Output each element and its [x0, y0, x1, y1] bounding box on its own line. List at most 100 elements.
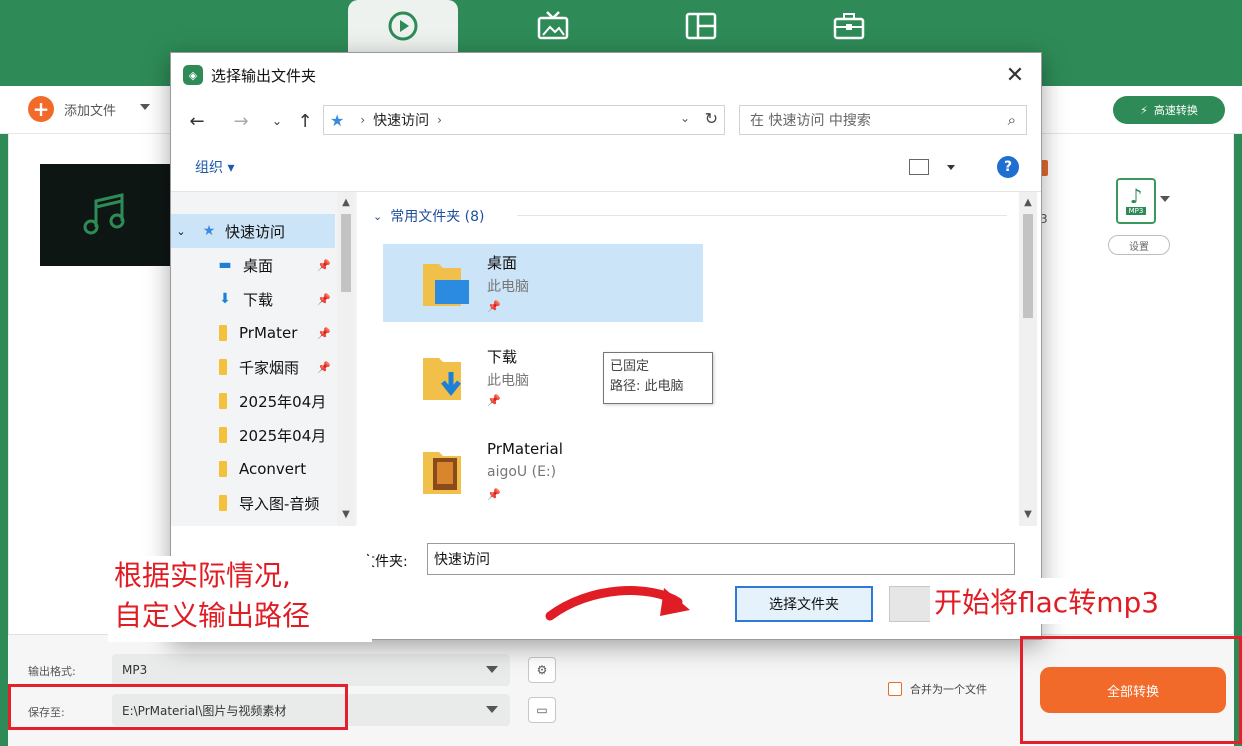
pin-icon: 📌 — [487, 488, 501, 501]
view-options-icon[interactable] — [909, 159, 929, 175]
folder-icon — [219, 325, 227, 341]
nav-item-folder[interactable]: 千家烟雨 📌 — [171, 350, 335, 384]
breadcrumb-chevron-icon[interactable]: › — [437, 113, 442, 127]
annotation-custom-path: 根据实际情况, 自定义输出路径 — [108, 556, 372, 642]
recent-locations-icon[interactable]: ⌄ — [265, 109, 289, 133]
nav-item-downloads[interactable]: ⬇ 下载 📌 — [171, 282, 335, 316]
folder-open-icon[interactable]: ▭ — [528, 697, 556, 723]
image-folder-icon — [423, 452, 461, 494]
expand-chevron-icon[interactable]: ⌄ — [171, 225, 191, 238]
tab-video[interactable] — [498, 0, 608, 52]
format-settings-button[interactable]: 设置 — [1108, 235, 1170, 255]
nav-item-aconvert[interactable]: Aconvert — [171, 452, 335, 486]
tooltip-line: 路径: 此电脑 — [610, 379, 684, 394]
nav-item-folder[interactable]: 导入图-音频 — [171, 486, 335, 520]
speed-convert-button[interactable]: ⚡ 高速转换 — [1113, 96, 1225, 124]
navigation-pane: ⌄ ★ 快速访问 ▬ 桌面 📌 ⬇ 下载 📌 PrMater 📌 千家烟雨 📌 … — [171, 192, 357, 526]
folder-icon — [219, 359, 227, 375]
tab-toolbox[interactable] — [794, 0, 904, 52]
nav-item-quick-access[interactable]: ⌄ ★ 快速访问 — [171, 214, 335, 248]
folder-icon — [219, 427, 227, 443]
pin-icon: 📌 — [317, 258, 331, 272]
merge-checkbox[interactable]: 合并为一个文件 — [888, 681, 987, 697]
address-history-icon[interactable]: ⌄ — [680, 111, 690, 125]
search-input[interactable]: 在 快速访问 中搜索 ⌕ — [739, 105, 1027, 135]
nav-item-label: Aconvert — [239, 460, 307, 478]
scroll-up-icon[interactable]: ▲ — [337, 194, 355, 210]
content-scrollbar[interactable]: ▲ ▼ — [1019, 192, 1037, 526]
add-file-button[interactable]: + 添加文件 — [28, 96, 116, 122]
nav-item-prmaterial[interactable]: PrMater 📌 — [171, 316, 335, 350]
nav-item-desktop[interactable]: ▬ 桌面 📌 — [171, 248, 335, 282]
music-note-icon — [83, 193, 125, 235]
forward-arrow-icon[interactable]: → — [229, 109, 253, 133]
nav-item-label: 快速访问 — [225, 222, 286, 241]
close-icon[interactable]: ✕ — [1001, 61, 1029, 89]
folder-name-input[interactable]: 快速访问 — [427, 543, 1015, 575]
output-format-icon[interactable]: ♪ MP3 — [1116, 178, 1156, 224]
scrollbar-thumb[interactable] — [1023, 214, 1033, 318]
folder-tile-desktop[interactable]: 桌面 此电脑 📌 — [383, 244, 703, 322]
desktop-icon: ▬ — [218, 257, 232, 273]
nav-item-folder[interactable]: 2025年04月 — [171, 418, 335, 452]
nav-item-label: 桌面 — [243, 256, 274, 275]
nav-item-label: 导入图-音频 — [239, 494, 320, 513]
speed-convert-label: 高速转换 — [1153, 104, 1198, 117]
nav-scrollbar[interactable]: ▲ ▼ — [337, 192, 355, 526]
folder-icon — [219, 461, 227, 477]
up-arrow-icon[interactable]: ↑ — [293, 109, 317, 133]
output-format-select[interactable]: MP3 — [112, 654, 510, 686]
organize-menu[interactable]: 组织 ▾ — [195, 157, 234, 177]
output-format-value: MP3 — [122, 663, 148, 677]
highlight-convert-all — [1020, 636, 1242, 744]
nav-item-label: 千家烟雨 — [239, 358, 300, 377]
scrollbar-thumb[interactable] — [341, 214, 351, 292]
scroll-down-icon[interactable]: ▼ — [337, 506, 355, 522]
tile-location: 此电脑 — [487, 373, 529, 389]
scroll-down-icon[interactable]: ▼ — [1019, 506, 1037, 522]
tab-editor[interactable] — [646, 0, 756, 52]
tab-convert[interactable] — [348, 0, 458, 52]
tile-name: 下载 — [487, 348, 518, 366]
app-logo-icon: ◈ — [183, 65, 203, 85]
star-icon: ★ — [202, 223, 216, 239]
scroll-up-icon[interactable]: ▲ — [1019, 194, 1037, 210]
format-settings-icon[interactable]: ⚙ — [528, 657, 556, 683]
group-header[interactable]: ⌄ 常用文件夹 (8) — [373, 206, 485, 226]
refresh-icon[interactable]: ↻ — [705, 109, 718, 128]
download-icon: ⬇ — [219, 291, 231, 307]
select-folder-button[interactable]: 选择文件夹 — [735, 586, 873, 622]
folder-tile-prmaterial[interactable]: PrMaterial aigoU (E:) 📌 — [383, 432, 703, 510]
add-file-dropdown-icon[interactable] — [140, 104, 150, 110]
desktop-folder-icon — [423, 264, 469, 306]
collapse-chevron-icon[interactable]: ⌄ — [373, 210, 382, 223]
highlight-save-path — [8, 684, 348, 730]
pinned-tooltip: 已固定 路径: 此电脑 — [603, 352, 713, 404]
address-bar[interactable]: ★ › 快速访问 › ⌄ ↻ — [323, 105, 725, 135]
back-arrow-icon[interactable]: ← — [185, 109, 209, 133]
output-format-dropdown-icon[interactable] — [486, 666, 498, 673]
tile-location: aigoU (E:) — [487, 464, 557, 480]
format-dropdown-icon[interactable] — [1160, 196, 1170, 202]
dialog-title-bar: ◈ 选择输出文件夹 — [171, 53, 1041, 97]
help-icon[interactable]: ? — [997, 156, 1019, 178]
search-placeholder: 在 快速访问 中搜索 — [750, 113, 871, 129]
music-file-icon: ♪ — [1129, 184, 1143, 208]
nav-item-label: PrMater — [239, 324, 298, 342]
group-header-label: 常用文件夹 (8) — [390, 209, 485, 225]
toolbox-icon — [833, 13, 865, 40]
view-options-dropdown-icon[interactable] — [947, 165, 955, 170]
nav-item-folder[interactable]: 2025年04月 — [171, 384, 335, 418]
tv-icon — [537, 11, 569, 40]
breadcrumb-quick-access[interactable]: 快速访问 — [373, 110, 429, 130]
checkbox-box[interactable] — [888, 682, 902, 696]
nav-item-label: 下载 — [243, 290, 274, 309]
save-to-dropdown-icon[interactable] — [486, 706, 498, 713]
lightning-icon: ⚡ — [1140, 103, 1148, 117]
folder-icon — [219, 495, 227, 511]
pin-icon: 📌 — [317, 360, 331, 374]
plus-icon: + — [28, 96, 54, 122]
tooltip-line: 已固定 — [610, 359, 650, 374]
select-output-folder-dialog: ◈ 选择输出文件夹 ✕ ← → ⌄ ↑ ★ › 快速访问 › ⌄ ↻ 在 快速访… — [170, 52, 1042, 640]
file-thumbnail — [40, 164, 172, 266]
